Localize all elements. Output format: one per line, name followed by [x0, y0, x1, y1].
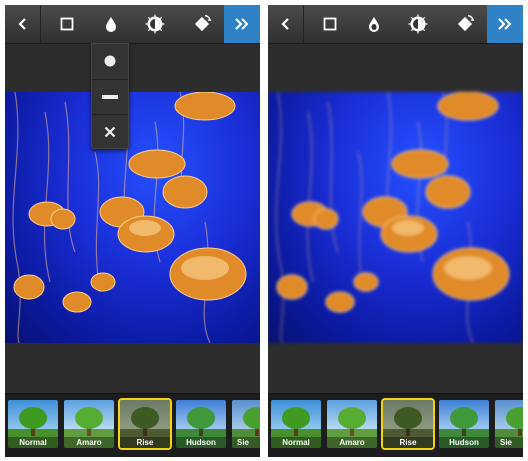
filter-thumb-amaro[interactable]: Amaro: [327, 400, 377, 448]
filter-thumb-rise[interactable]: Rise: [381, 398, 435, 450]
filter-label: Hudson: [439, 437, 489, 448]
next-button[interactable]: [224, 5, 260, 43]
rotate-icon: [194, 14, 212, 32]
blur-button[interactable]: [354, 5, 394, 43]
photo-jellyfish-blurred: [268, 92, 523, 343]
lux-sun-icon: [408, 14, 428, 34]
next-double-chevron-icon: [235, 18, 249, 30]
blur-options-menu: [91, 43, 129, 149]
filter-label: Amaro: [327, 437, 377, 448]
next-button[interactable]: [487, 5, 523, 43]
filter-label: Rise: [383, 437, 433, 448]
filter-label: Normal: [271, 437, 321, 448]
blur-drop-icon: [106, 17, 116, 32]
lux-button[interactable]: [397, 5, 439, 43]
rotate-icon: [457, 14, 475, 32]
filter-strip: Normal Amaro Rise Hudson Sie: [268, 393, 523, 457]
app-screen-left: Normal Amaro Rise Hudson Sie: [5, 5, 260, 457]
back-button[interactable]: [268, 5, 304, 43]
filter-thumb-normal[interactable]: Normal: [271, 400, 321, 448]
photo-jellyfish: [5, 92, 260, 343]
editor-toolbar: [5, 5, 260, 44]
linear-blur-icon: [102, 95, 118, 99]
jellyfish-image: [275, 92, 510, 343]
frame-icon: [60, 17, 74, 31]
filter-thumb-normal[interactable]: Normal: [8, 400, 58, 448]
filter-label: Hudson: [176, 437, 226, 448]
jellyfish-image: [12, 92, 247, 343]
rotate-button[interactable]: [443, 5, 487, 43]
editor-toolbar: [268, 5, 523, 44]
back-chevron-icon: [17, 18, 26, 30]
linear-blur-option[interactable]: [92, 79, 128, 114]
filter-strip: Normal Amaro Rise Hudson Sie: [5, 393, 260, 457]
lux-sun-icon: [145, 14, 165, 34]
rotate-button[interactable]: [180, 5, 224, 43]
next-double-chevron-icon: [498, 18, 512, 30]
filter-thumb-rise[interactable]: Rise: [118, 398, 172, 450]
frame-button[interactable]: [47, 5, 87, 43]
blur-button[interactable]: [91, 5, 131, 43]
frame-button[interactable]: [310, 5, 350, 43]
back-chevron-icon: [280, 18, 289, 30]
filter-thumb-amaro[interactable]: Amaro: [64, 400, 114, 448]
filter-thumb-hudson[interactable]: Hudson: [439, 400, 489, 448]
app-screen-right: Normal Amaro Rise Hudson Sie: [268, 5, 523, 457]
back-button[interactable]: [5, 5, 41, 43]
filter-label: Rise: [120, 437, 170, 448]
filter-label: Sie: [232, 437, 260, 448]
filter-label: Sie: [495, 437, 523, 448]
filter-label: Amaro: [64, 437, 114, 448]
lux-button[interactable]: [134, 5, 176, 43]
filter-thumb-hudson[interactable]: Hudson: [176, 400, 226, 448]
radial-blur-icon: [104, 55, 116, 67]
blur-off-option[interactable]: [92, 114, 128, 149]
close-blur-icon: [104, 126, 116, 138]
filter-thumb-sierra[interactable]: Sie: [232, 400, 260, 448]
frame-icon: [323, 17, 337, 31]
radial-blur-option[interactable]: [92, 44, 128, 78]
filter-thumb-sierra[interactable]: Sie: [495, 400, 523, 448]
filter-label: Normal: [8, 437, 58, 448]
blur-drop-icon: [369, 17, 379, 32]
